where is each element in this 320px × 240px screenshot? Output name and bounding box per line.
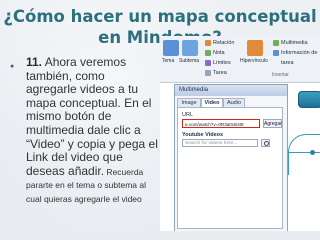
tab-video[interactable]: Video bbox=[201, 98, 223, 107]
url-label: URL bbox=[182, 112, 194, 118]
multimedia-icon bbox=[247, 40, 263, 56]
bullet-icon bbox=[10, 63, 17, 70]
agregar-button[interactable]: Agregar bbox=[263, 119, 282, 128]
toolbar-ribbon: Tema Subtema Relación Nota Límites Tarea… bbox=[160, 36, 320, 83]
bullet-text: 11. Ahora veremos también, como agregarl… bbox=[26, 55, 158, 206]
youtube-search-input[interactable]: Search for videos here... bbox=[182, 139, 258, 147]
main-text: Ahora veremos también, como agregarle vi… bbox=[26, 55, 158, 178]
tema-icon bbox=[163, 40, 179, 56]
url-input[interactable]: e.com/watch?v=0R3a0cB4I8 bbox=[182, 119, 260, 128]
informacion-tarea-button[interactable]: Información de tarea bbox=[272, 48, 320, 66]
title-line-1: ¿Cómo hacer un mapa conceptual bbox=[3, 7, 317, 26]
insertar-group-label: Insertar bbox=[272, 72, 289, 78]
multimedia-button[interactable]: Multimedia bbox=[272, 38, 308, 48]
subtema-button[interactable]: Subtema bbox=[179, 58, 199, 64]
limites-button[interactable]: Límites bbox=[204, 58, 231, 68]
multimedia-panel: Multimedia Image Video Audio URL e.com/w… bbox=[174, 84, 288, 231]
tab-audio[interactable]: Audio bbox=[223, 98, 245, 107]
search-icon[interactable] bbox=[261, 139, 270, 147]
youtube-label: Youtube Videos bbox=[182, 132, 224, 138]
tema-button[interactable]: Tema bbox=[162, 58, 174, 64]
nota-button[interactable]: Nota bbox=[204, 48, 225, 58]
panel-title: Multimedia bbox=[175, 85, 287, 96]
map-topic-node[interactable] bbox=[298, 91, 320, 108]
subtema-icon bbox=[182, 40, 198, 56]
relacion-button[interactable]: Relación bbox=[204, 38, 234, 48]
hipervinculo-button[interactable]: Hipervínculo bbox=[240, 58, 268, 64]
video-tab-body: URL e.com/watch?v=0R3a0cB4I8 Agregar You… bbox=[177, 107, 283, 229]
map-connector bbox=[288, 152, 320, 155]
mindomo-screenshot: Tema Subtema Relación Nota Límites Tarea… bbox=[160, 36, 320, 231]
map-node-dot bbox=[310, 150, 315, 155]
step-number: 11. bbox=[26, 55, 43, 69]
tab-image[interactable]: Image bbox=[177, 98, 201, 107]
tarea-button[interactable]: Tarea bbox=[204, 68, 227, 78]
slide: ¿Cómo hacer un mapa conceptual en Mindom… bbox=[0, 0, 320, 240]
